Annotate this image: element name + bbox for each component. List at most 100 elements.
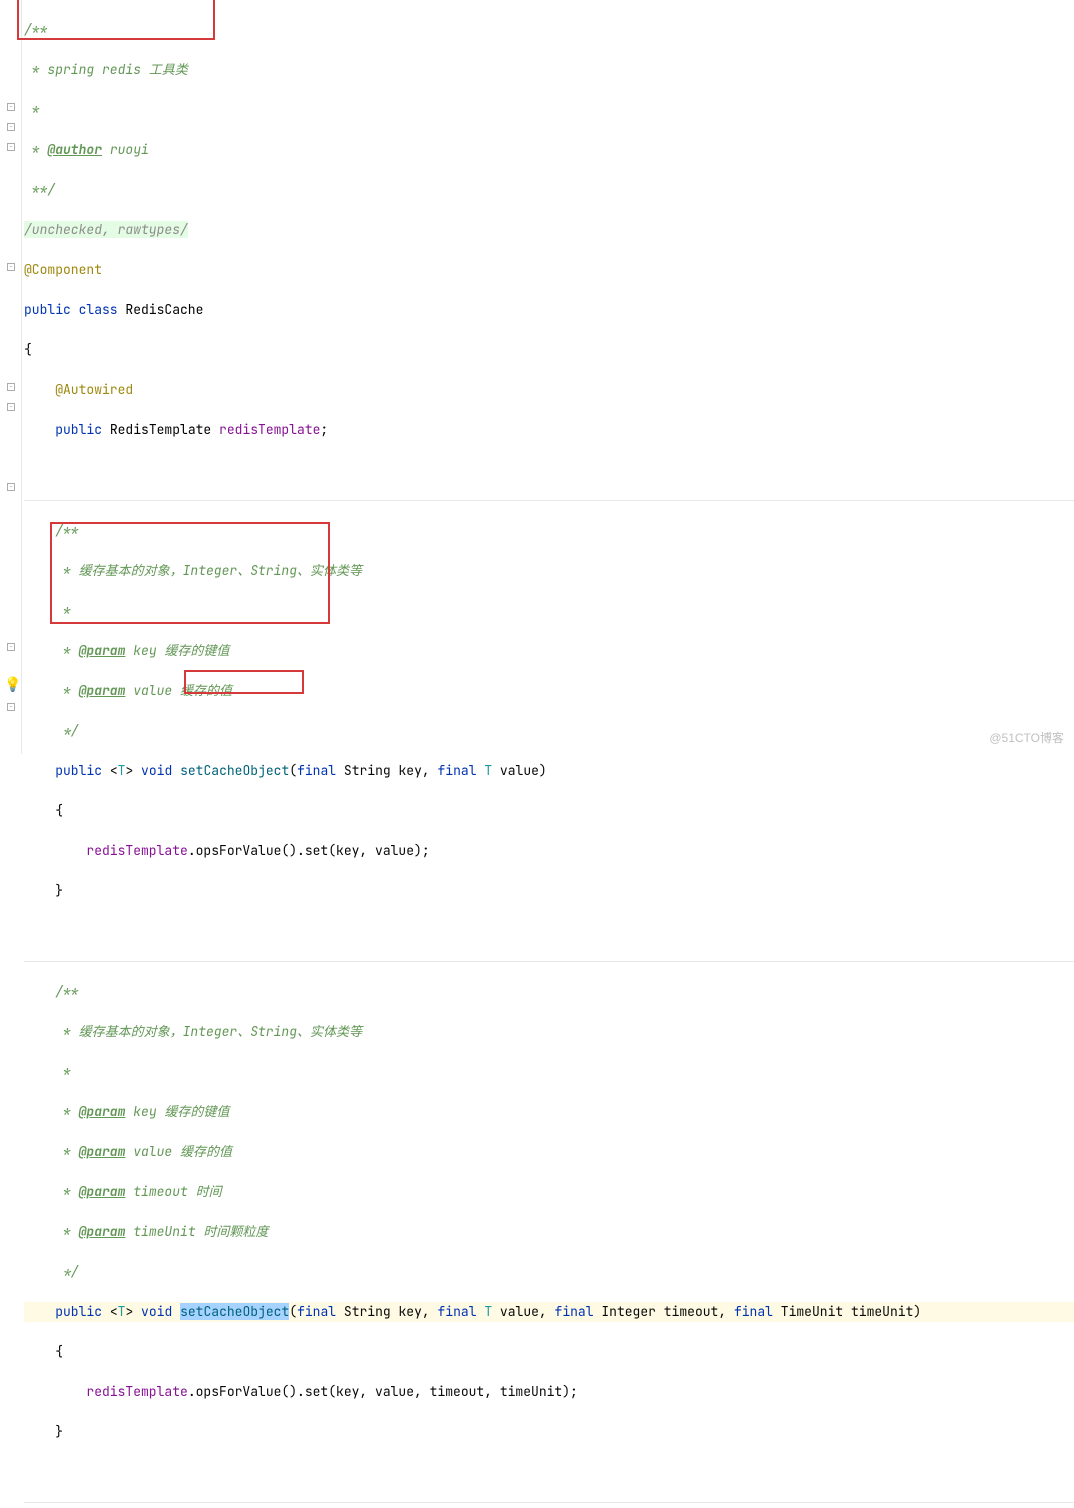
class-name: RedisTemplate [110,421,219,438]
code-text: ruoyi [102,141,149,158]
code-text: * 缓存基本的对象，Integer、String、实体类等 [24,562,362,579]
code-text: * [24,682,79,699]
keyword: public [24,762,110,779]
fold-icon[interactable]: − [7,643,15,651]
generic: T [484,1303,492,1320]
brace: { [24,1343,63,1360]
code-text: /** [24,983,79,1000]
brace: } [24,882,63,899]
param: value) [492,762,547,779]
code-text: timeUnit 时间颗粒度 [125,1223,268,1240]
brace: { [24,802,63,819]
code-editor[interactable]: − − − − − − − − 💡 − /** * spring redis 工… [0,0,1074,754]
code-text: * [24,602,71,619]
code-text: * 缓存基本的对象，Integer、String、实体类等 [24,1023,362,1040]
code-text: * [24,1063,71,1080]
fold-icon[interactable]: − [7,383,15,391]
separator [24,1502,1074,1503]
code-text: .opsForValue().set(key, value, timeout, … [188,1383,578,1400]
param: String key, [344,762,438,779]
doc-tag: @param [79,1143,126,1160]
code-text: timeout 时间 [125,1183,221,1200]
watermark: @51CTO博客 [989,729,1064,746]
param: TimeUnit timeUnit) [781,1303,921,1320]
brace: { [24,341,32,358]
code-text: spring redis 工具类 [47,61,187,78]
keyword: final [297,1303,344,1320]
fold-icon[interactable]: − [7,703,15,711]
gutter: − − − − − − − − 💡 − [0,0,22,754]
keyword: final [438,1303,485,1320]
fold-icon[interactable]: − [7,143,15,151]
indent [24,842,86,859]
doc-tag: @param [79,1183,126,1200]
doc-tag: @param [79,1223,126,1240]
code-text: * [24,1223,79,1240]
keyword: final [555,1303,602,1320]
keyword: public [24,421,110,438]
paren: ( [289,762,297,779]
semicolon: ; [320,421,328,438]
code-text: * [24,101,40,118]
class-name: RedisCache [125,301,203,318]
paren: ( [289,1303,297,1320]
doc-tag: @param [79,1103,126,1120]
generic: T [484,762,492,779]
separator [24,961,1074,962]
angle: > [125,1303,141,1320]
keyword: public class [24,301,125,318]
code-text: value 缓存的值 [125,1143,232,1160]
doc-tag: @author [47,141,102,158]
field: redisTemplate [219,421,320,438]
code-text: /** [24,21,47,38]
code-text: * [24,141,47,158]
generic: T [118,1303,126,1320]
keyword: void [141,762,180,779]
keyword: void [141,1303,180,1320]
keyword: final [734,1303,781,1320]
doc-tag: @param [79,682,126,699]
angle: > [125,762,141,779]
fold-icon[interactable]: − [7,403,15,411]
code-text: **/ [24,181,55,198]
fold-icon[interactable]: − [7,483,15,491]
fold-icon[interactable]: − [7,123,15,131]
doc-tag: @param [79,642,126,659]
fold-icon[interactable]: − [7,103,15,111]
code-text: * [24,642,79,659]
code-text: * [24,1183,79,1200]
brace: } [24,1423,63,1440]
code-text: * [24,61,47,78]
code-text: value 缓存的值 [125,682,232,699]
code-text: */ [24,722,79,739]
annotation: @Autowired [55,381,133,398]
code-text: .opsForValue().set(key, value); [188,842,430,859]
code-text: */ [24,1263,79,1280]
code-text: key 缓存的键值 [125,1103,229,1120]
fold-icon[interactable]: − [7,263,15,271]
indent [24,1383,86,1400]
annotation: @Component [24,261,102,278]
method: setCacheObject [180,762,289,779]
param: Integer timeout, [601,1303,734,1320]
param: String key, [344,1303,438,1320]
indent [24,381,55,398]
angle: < [110,762,118,779]
keyword: public [24,1303,110,1320]
code-text: /** [24,522,79,539]
suppress-comment: /unchecked, rawtypes/ [24,221,188,238]
code-text: * [24,1103,79,1120]
field: redisTemplate [86,1383,187,1400]
generic: T [118,762,126,779]
bulb-icon[interactable]: 💡 [4,676,21,694]
separator [24,500,1074,501]
code-text: * [24,1143,79,1160]
field: redisTemplate [86,842,187,859]
code-text: key 缓存的键值 [125,642,229,659]
param: value, [492,1303,554,1320]
keyword: final [438,762,485,779]
keyword: final [297,762,344,779]
angle: < [110,1303,118,1320]
code-area[interactable]: /** * spring redis 工具类 * * @author ruoyi… [22,0,1074,754]
method-selected: setCacheObject [180,1303,289,1320]
